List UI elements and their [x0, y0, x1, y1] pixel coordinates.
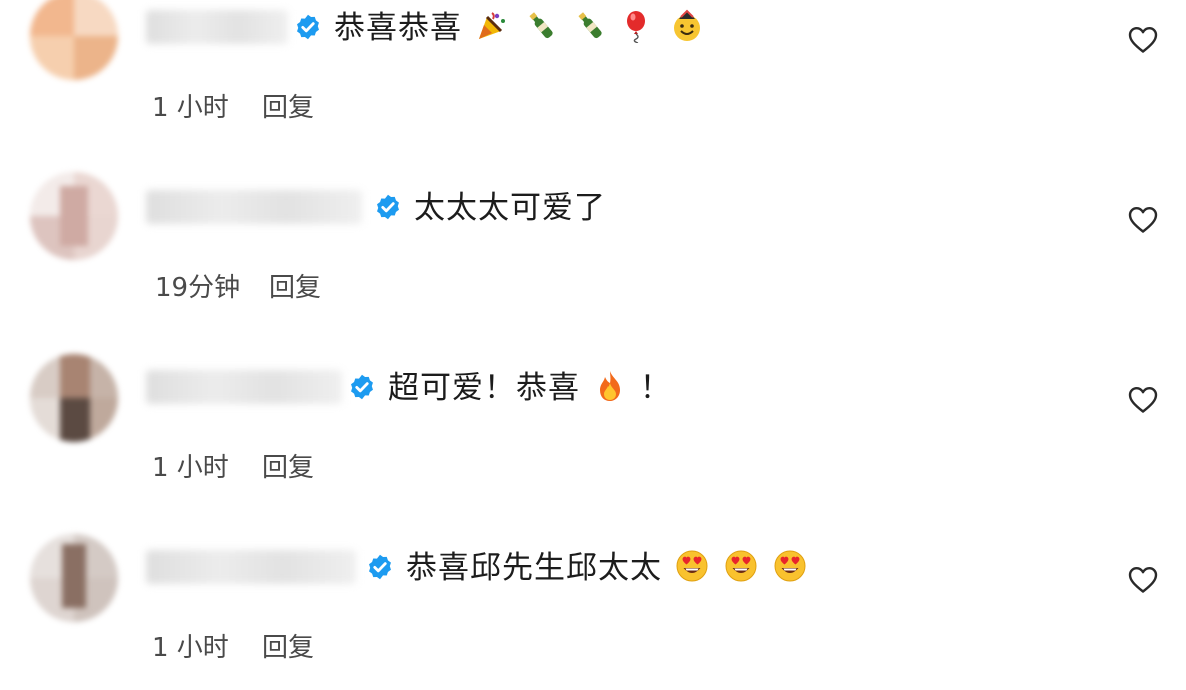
heart-icon[interactable]	[1128, 566, 1158, 594]
fire-icon	[593, 369, 627, 403]
reply-button[interactable]: 回复	[262, 632, 314, 664]
username[interactable]	[146, 370, 342, 404]
comment-meta: 19分钟 回复	[155, 272, 321, 304]
reply-button[interactable]: 回复	[262, 92, 314, 124]
comment-item: 恭喜恭喜 1 小时 回复	[0, 0, 1186, 180]
heart-icon[interactable]	[1128, 386, 1158, 414]
username[interactable]	[146, 190, 362, 224]
balloon-icon	[621, 9, 655, 43]
comment-item: 太太太可爱了 19分钟 回复	[0, 172, 1186, 360]
verified-badge-icon	[366, 553, 394, 581]
heart-icon[interactable]	[1128, 206, 1158, 234]
reply-button[interactable]: 回复	[262, 452, 314, 484]
avatar[interactable]	[30, 354, 118, 442]
champagne-bottle-icon	[573, 9, 607, 43]
champagne-bottle-icon	[524, 9, 558, 43]
username[interactable]	[146, 10, 288, 44]
comment-list: 恭喜恭喜 1 小时 回复 太太太可爱了 19分钟 回复 超可爱！恭喜 ！ 1 小…	[0, 0, 1186, 690]
comment-time: 19分钟	[155, 273, 241, 303]
avatar[interactable]	[30, 0, 118, 80]
comment-time: 1 小时	[152, 453, 229, 483]
heart-icon[interactable]	[1128, 26, 1158, 54]
comment-text: 恭喜恭喜	[334, 8, 706, 48]
comment-item: 恭喜邱先生邱太太 1 小时 回复	[0, 534, 1186, 690]
comment-meta: 1 小时 回复	[152, 92, 314, 124]
comment-time: 1 小时	[152, 633, 229, 663]
party-popper-icon	[475, 9, 509, 43]
avatar[interactable]	[30, 172, 118, 260]
comment-meta: 1 小时 回复	[152, 632, 314, 664]
reply-button[interactable]: 回复	[269, 272, 321, 304]
comment-text: 太太太可爱了	[414, 190, 606, 226]
avatar[interactable]	[30, 534, 118, 622]
heart-eyes-face-icon	[675, 549, 709, 583]
heart-eyes-face-icon	[724, 549, 758, 583]
comment-meta: 1 小时 回复	[152, 452, 314, 484]
party-face-icon	[670, 9, 704, 43]
comment-text: 恭喜邱先生邱太太	[406, 548, 809, 588]
verified-badge-icon	[294, 13, 322, 41]
comment-text: 超可爱！恭喜 ！	[388, 369, 672, 406]
comment-item: 超可爱！恭喜 ！ 1 小时 回复	[0, 354, 1186, 540]
heart-eyes-face-icon	[773, 549, 807, 583]
username[interactable]	[146, 550, 356, 584]
verified-badge-icon	[348, 373, 376, 401]
verified-badge-icon	[374, 193, 402, 221]
comment-time: 1 小时	[152, 93, 229, 123]
